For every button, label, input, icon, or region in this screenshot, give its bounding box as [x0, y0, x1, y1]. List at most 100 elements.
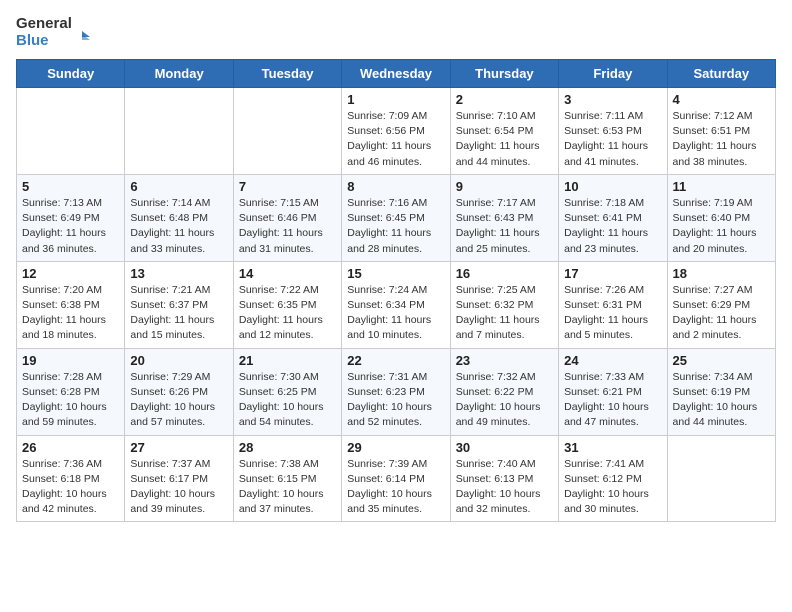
calendar-table: SundayMondayTuesdayWednesdayThursdayFrid…: [16, 59, 776, 522]
day-number: 28: [239, 440, 336, 455]
day-number: 9: [456, 179, 553, 194]
day-number: 4: [673, 92, 770, 107]
calendar-day-cell: [667, 435, 775, 522]
calendar-day-cell: 3 Sunrise: 7:11 AMSunset: 6:53 PMDaylight…: [559, 88, 667, 175]
logo-bird-icon: [74, 29, 90, 45]
calendar-day-cell: 23Sunrise: 7:32 AMSunset: 6:22 PMDayligh…: [450, 348, 558, 435]
calendar-day-cell: 19 Sunrise: 7:28 AMSunset: 6:28 PMDayligh…: [17, 348, 125, 435]
day-number: 25: [673, 353, 770, 368]
calendar-day-cell: 15Sunrise: 7:24 AMSunset: 6:34 PMDayligh…: [342, 261, 450, 348]
day-number: 16: [456, 266, 553, 281]
day-info: Sunrise: 7:39 AMSunset: 6:14 PMDaylight:…: [347, 457, 444, 518]
calendar-day-cell: [233, 88, 341, 175]
calendar-day-cell: 27Sunrise: 7:37 AMSunset: 6:17 PMDayligh…: [125, 435, 233, 522]
calendar-day-cell: 24Sunrise: 7:33 AMSunset: 6:21 PMDayligh…: [559, 348, 667, 435]
logo-text: General Blue: [16, 16, 72, 49]
day-number: 19: [22, 353, 119, 368]
calendar-week-row: 12 Sunrise: 7:20 AMSunset: 6:38 PMDayligh…: [17, 261, 776, 348]
day-info: Sunrise: 7:27 AMSunset: 6:29 PMDaylight:…: [673, 283, 770, 344]
calendar-day-cell: 21 Sunrise: 7:30 AMSunset: 6:25 PMDayligh…: [233, 348, 341, 435]
calendar-day-cell: 25 Sunrise: 7:34 AMSunset: 6:19 PMDayligh…: [667, 348, 775, 435]
day-number: 1: [347, 92, 444, 107]
day-info: Sunrise: 7:30 AMSunset: 6:25 PMDaylight:…: [239, 370, 336, 431]
day-info: Sunrise: 7:10 AMSunset: 6:54 PMDaylight:…: [456, 109, 553, 170]
calendar-day-cell: 29 Sunrise: 7:39 AMSunset: 6:14 PMDayligh…: [342, 435, 450, 522]
day-info: Sunrise: 7:31 AMSunset: 6:23 PMDaylight:…: [347, 370, 444, 431]
day-number: 11: [673, 179, 770, 194]
calendar-day-cell: 31 Sunrise: 7:41 AMSunset: 6:12 PMDayligh…: [559, 435, 667, 522]
calendar-day-cell: 2 Sunrise: 7:10 AMSunset: 6:54 PMDaylight…: [450, 88, 558, 175]
calendar-day-cell: 14 Sunrise: 7:22 AMSunset: 6:35 PMDayligh…: [233, 261, 341, 348]
day-info: Sunrise: 7:34 AMSunset: 6:19 PMDaylight:…: [673, 370, 770, 431]
day-number: 10: [564, 179, 661, 194]
day-info: Sunrise: 7:20 AMSunset: 6:38 PMDaylight:…: [22, 283, 119, 344]
calendar-week-row: 1 Sunrise: 7:09 AMSunset: 6:56 PMDaylight…: [17, 88, 776, 175]
day-header-sunday: Sunday: [17, 60, 125, 88]
logo: General Blue: [16, 16, 72, 49]
calendar-day-cell: [125, 88, 233, 175]
calendar-day-cell: 6 Sunrise: 7:14 AMSunset: 6:48 PMDaylight…: [125, 174, 233, 261]
calendar-week-row: 26 Sunrise: 7:36 AMSunset: 6:18 PMDayligh…: [17, 435, 776, 522]
day-info: Sunrise: 7:13 AMSunset: 6:49 PMDaylight:…: [22, 196, 119, 257]
days-header-row: SundayMondayTuesdayWednesdayThursdayFrid…: [17, 60, 776, 88]
day-number: 12: [22, 266, 119, 281]
calendar-day-cell: 1 Sunrise: 7:09 AMSunset: 6:56 PMDaylight…: [342, 88, 450, 175]
day-info: Sunrise: 7:11 AMSunset: 6:53 PMDaylight:…: [564, 109, 661, 170]
day-number: 24: [564, 353, 661, 368]
calendar-day-cell: 8 Sunrise: 7:16 AMSunset: 6:45 PMDaylight…: [342, 174, 450, 261]
day-info: Sunrise: 7:19 AMSunset: 6:40 PMDaylight:…: [673, 196, 770, 257]
day-header-thursday: Thursday: [450, 60, 558, 88]
calendar-day-cell: 18 Sunrise: 7:27 AMSunset: 6:29 PMDayligh…: [667, 261, 775, 348]
day-info: Sunrise: 7:18 AMSunset: 6:41 PMDaylight:…: [564, 196, 661, 257]
day-info: Sunrise: 7:40 AMSunset: 6:13 PMDaylight:…: [456, 457, 553, 518]
calendar-day-cell: 9 Sunrise: 7:17 AMSunset: 6:43 PMDaylight…: [450, 174, 558, 261]
calendar-week-row: 5 Sunrise: 7:13 AMSunset: 6:49 PMDaylight…: [17, 174, 776, 261]
calendar-day-cell: 16 Sunrise: 7:25 AMSunset: 6:32 PMDayligh…: [450, 261, 558, 348]
day-number: 5: [22, 179, 119, 194]
day-number: 3: [564, 92, 661, 107]
day-info: Sunrise: 7:22 AMSunset: 6:35 PMDaylight:…: [239, 283, 336, 344]
day-info: Sunrise: 7:15 AMSunset: 6:46 PMDaylight:…: [239, 196, 336, 257]
day-info: Sunrise: 7:36 AMSunset: 6:18 PMDaylight:…: [22, 457, 119, 518]
day-number: 8: [347, 179, 444, 194]
day-info: Sunrise: 7:29 AMSunset: 6:26 PMDaylight:…: [130, 370, 227, 431]
day-number: 30: [456, 440, 553, 455]
day-number: 27: [130, 440, 227, 455]
calendar-day-cell: 7 Sunrise: 7:15 AMSunset: 6:46 PMDaylight…: [233, 174, 341, 261]
day-number: 26: [22, 440, 119, 455]
calendar-day-cell: 10 Sunrise: 7:18 AMSunset: 6:41 PMDayligh…: [559, 174, 667, 261]
calendar-day-cell: 11 Sunrise: 7:19 AMSunset: 6:40 PMDayligh…: [667, 174, 775, 261]
day-info: Sunrise: 7:21 AMSunset: 6:37 PMDaylight:…: [130, 283, 227, 344]
calendar-day-cell: 22 Sunrise: 7:31 AMSunset: 6:23 PMDayligh…: [342, 348, 450, 435]
day-header-friday: Friday: [559, 60, 667, 88]
day-number: 13: [130, 266, 227, 281]
day-header-wednesday: Wednesday: [342, 60, 450, 88]
day-info: Sunrise: 7:14 AMSunset: 6:48 PMDaylight:…: [130, 196, 227, 257]
day-number: 7: [239, 179, 336, 194]
day-number: 29: [347, 440, 444, 455]
day-number: 2: [456, 92, 553, 107]
day-info: Sunrise: 7:09 AMSunset: 6:56 PMDaylight:…: [347, 109, 444, 170]
day-info: Sunrise: 7:41 AMSunset: 6:12 PMDaylight:…: [564, 457, 661, 518]
day-number: 20: [130, 353, 227, 368]
calendar-day-cell: 13 Sunrise: 7:21 AMSunset: 6:37 PMDayligh…: [125, 261, 233, 348]
calendar-day-cell: 20 Sunrise: 7:29 AMSunset: 6:26 PMDayligh…: [125, 348, 233, 435]
day-info: Sunrise: 7:38 AMSunset: 6:15 PMDaylight:…: [239, 457, 336, 518]
calendar-week-row: 19 Sunrise: 7:28 AMSunset: 6:28 PMDayligh…: [17, 348, 776, 435]
day-info: Sunrise: 7:16 AMSunset: 6:45 PMDaylight:…: [347, 196, 444, 257]
day-info: Sunrise: 7:26 AMSunset: 6:31 PMDaylight:…: [564, 283, 661, 344]
day-number: 6: [130, 179, 227, 194]
calendar-day-cell: 28 Sunrise: 7:38 AMSunset: 6:15 PMDayligh…: [233, 435, 341, 522]
day-number: 14: [239, 266, 336, 281]
day-info: Sunrise: 7:12 AMSunset: 6:51 PMDaylight:…: [673, 109, 770, 170]
day-info: Sunrise: 7:28 AMSunset: 6:28 PMDaylight:…: [22, 370, 119, 431]
calendar-day-cell: 30 Sunrise: 7:40 AMSunset: 6:13 PMDayligh…: [450, 435, 558, 522]
day-number: 18: [673, 266, 770, 281]
day-info: Sunrise: 7:17 AMSunset: 6:43 PMDaylight:…: [456, 196, 553, 257]
page-container: General Blue SundayMondayTuesdayWednesda…: [0, 0, 792, 532]
day-number: 31: [564, 440, 661, 455]
day-number: 22: [347, 353, 444, 368]
day-info: Sunrise: 7:25 AMSunset: 6:32 PMDaylight:…: [456, 283, 553, 344]
day-number: 21: [239, 353, 336, 368]
day-info: Sunrise: 7:32 AMSunset: 6:22 PMDaylight:…: [456, 370, 553, 431]
